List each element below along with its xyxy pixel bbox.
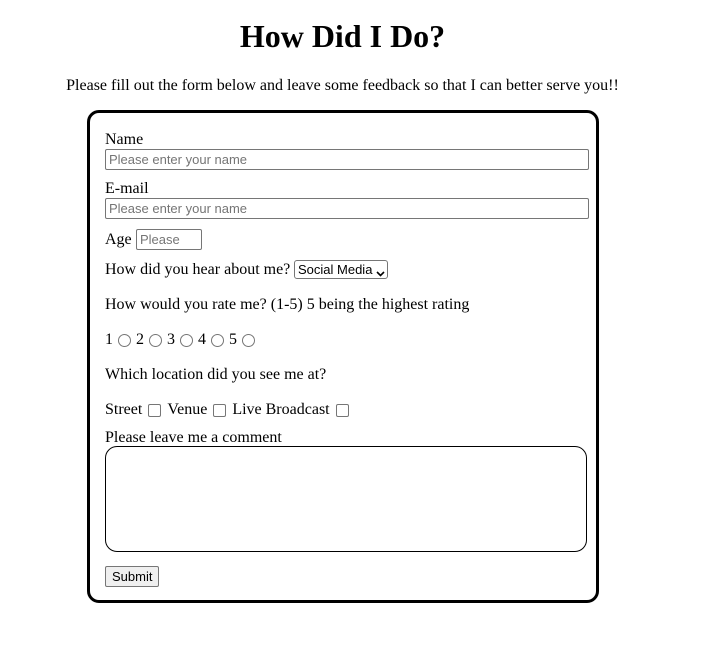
submit-button[interactable]: Submit bbox=[105, 566, 160, 587]
source-select[interactable]: Social Media bbox=[294, 260, 389, 279]
email-label: E-mail bbox=[105, 180, 149, 197]
rating-group: 1 2 3 4 5 bbox=[105, 331, 260, 349]
email-input[interactable] bbox=[105, 198, 589, 219]
location-option-label: Street bbox=[105, 401, 143, 418]
source-label: How did you hear about me? bbox=[105, 261, 291, 278]
feedback-form: Name E-mail Age How did you hear about m… bbox=[87, 110, 599, 603]
location-checkbox-live-broadcast[interactable] bbox=[335, 403, 349, 417]
rating-radio-4[interactable] bbox=[211, 333, 224, 347]
location-group: Street Venue Live Broadcast bbox=[105, 401, 355, 419]
name-label: Name bbox=[105, 131, 144, 148]
rating-option-label: 2 bbox=[136, 331, 144, 348]
comment-label: Please leave me a comment bbox=[105, 429, 282, 446]
intro-text: Please fill out the form below and leave… bbox=[66, 77, 619, 94]
age-label: Age bbox=[105, 231, 132, 248]
source-selected-value: Social Media bbox=[298, 262, 373, 277]
rating-option-label: 5 bbox=[229, 331, 237, 348]
rating-label: How would you rate me? (1-5) 5 being the… bbox=[105, 296, 470, 313]
comment-textarea[interactable] bbox=[105, 446, 587, 552]
rating-option-label: 1 bbox=[105, 331, 113, 348]
rating-option-label: 3 bbox=[167, 331, 175, 348]
rating-radio-5[interactable] bbox=[242, 333, 255, 347]
location-option-label: Live Broadcast bbox=[232, 401, 330, 418]
rating-radio-1[interactable] bbox=[118, 333, 131, 347]
location-checkbox-venue[interactable] bbox=[213, 403, 227, 417]
location-option-label: Venue bbox=[167, 401, 208, 418]
rating-radio-2[interactable] bbox=[149, 333, 162, 347]
page-title: How Did I Do? bbox=[239, 18, 446, 54]
name-input[interactable] bbox=[105, 149, 589, 170]
rating-option-label: 4 bbox=[198, 331, 206, 348]
chevron-down-icon bbox=[376, 265, 386, 277]
location-checkbox-street[interactable] bbox=[148, 403, 162, 417]
rating-radio-3[interactable] bbox=[180, 333, 193, 347]
age-input[interactable] bbox=[136, 229, 202, 250]
location-label: Which location did you see me at? bbox=[105, 366, 327, 383]
